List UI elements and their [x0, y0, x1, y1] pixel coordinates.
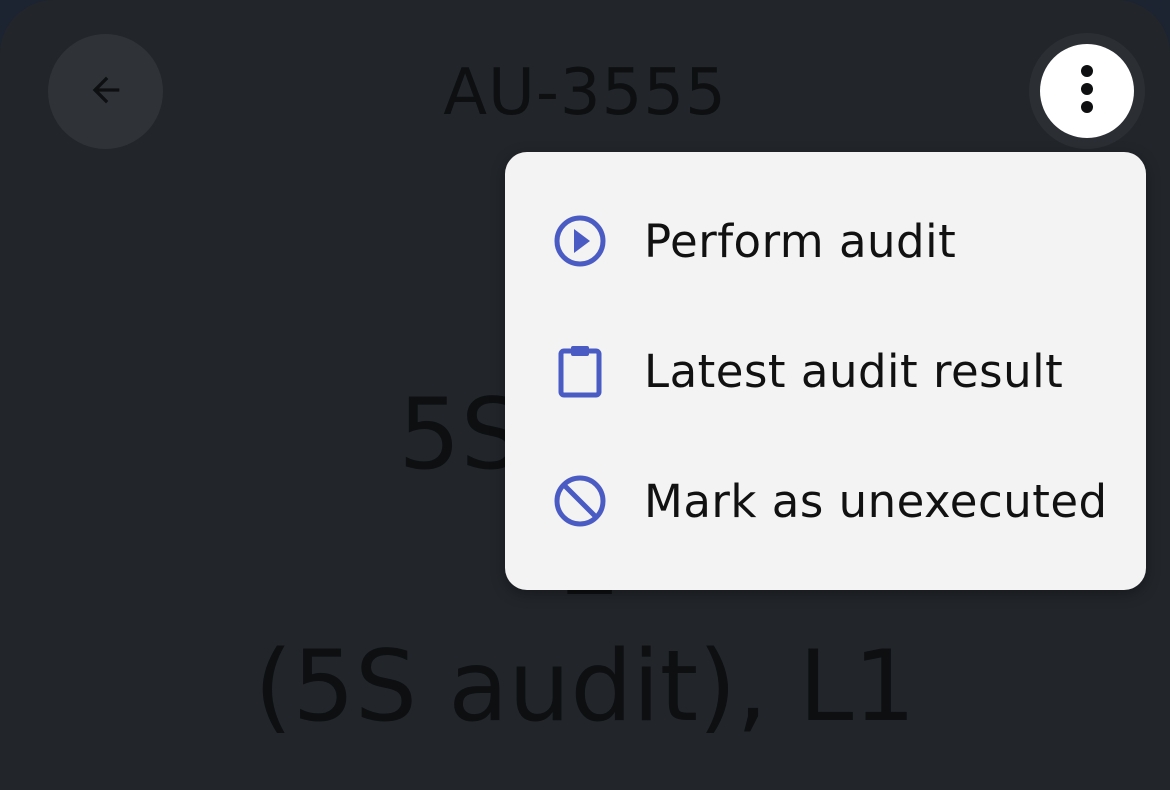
back-button[interactable]	[48, 34, 163, 149]
menu-item-mark-as-unexecuted[interactable]: Mark as unexecuted	[505, 436, 1146, 566]
audit-title-line-3: (5S audit), L1	[254, 630, 916, 744]
arrow-left-icon	[86, 70, 126, 114]
block-icon	[552, 473, 608, 529]
more-vertical-icon	[1077, 65, 1097, 117]
overflow-menu: Perform audit Latest audit result Mark a…	[505, 152, 1146, 590]
clipboard-icon	[552, 343, 608, 399]
screen-sheet: AU-3555 5S Prod L (5S audit), L1 Perform…	[0, 0, 1170, 790]
menu-item-label: Mark as unexecuted	[644, 474, 1108, 528]
menu-item-label: Latest audit result	[644, 344, 1064, 398]
menu-item-latest-audit-result[interactable]: Latest audit result	[505, 306, 1146, 436]
more-options-button[interactable]	[1040, 44, 1134, 138]
play-circle-icon	[552, 213, 608, 269]
menu-item-label: Perform audit	[644, 214, 957, 268]
page-title: AU-3555	[443, 56, 727, 130]
menu-item-perform-audit[interactable]: Perform audit	[505, 176, 1146, 306]
